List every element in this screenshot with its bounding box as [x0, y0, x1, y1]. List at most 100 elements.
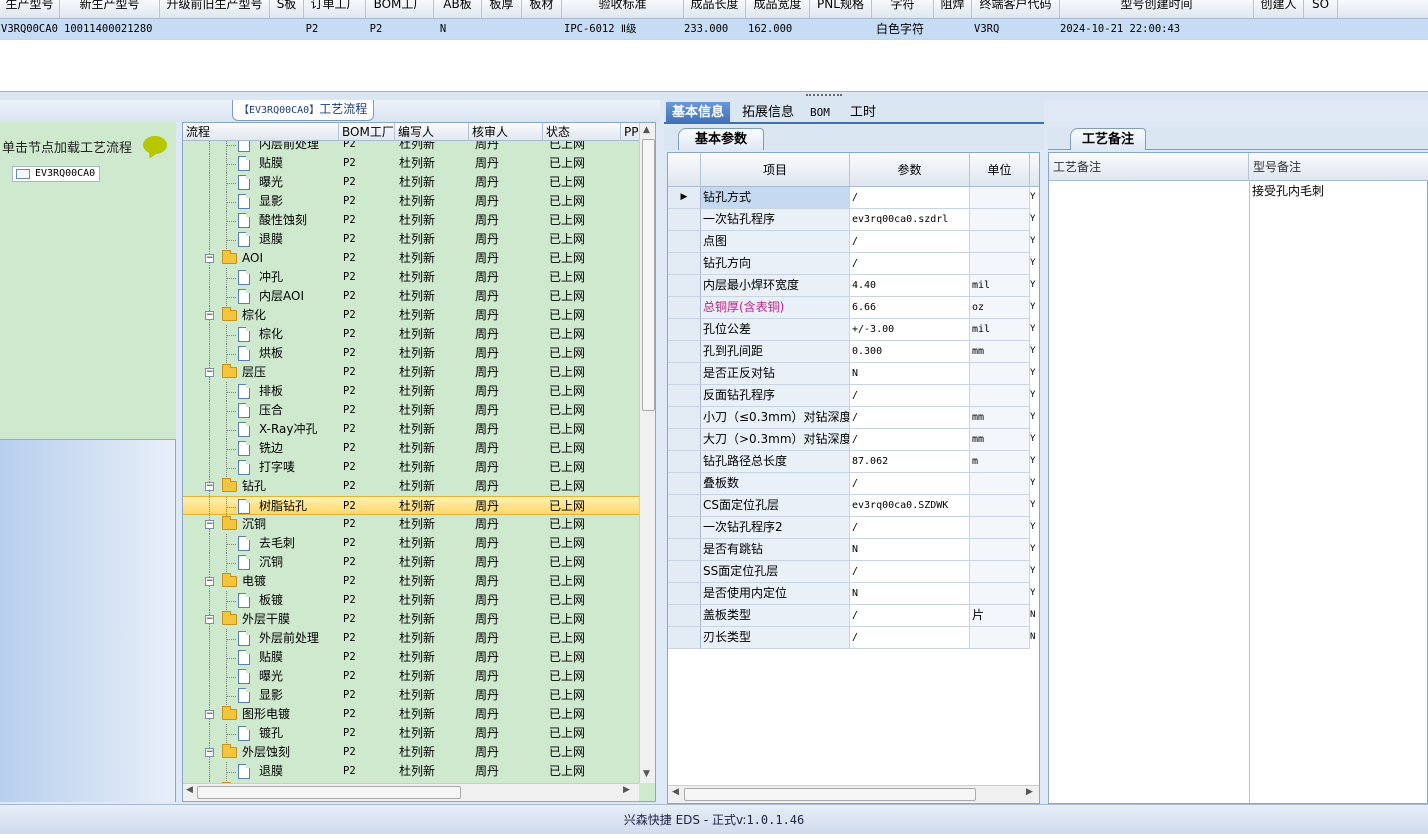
- param-row[interactable]: 孔位公差 +/-3.00 mil Y: [668, 319, 1039, 341]
- row-indicator[interactable]: [668, 561, 701, 583]
- col-header-bom-factory[interactable]: BOM工厂: [366, 0, 434, 18]
- tree-row[interactable]: 去毛刺 P2 杜列新 周丹 已上网: [183, 534, 639, 553]
- tree-row[interactable]: 内层AOI P2 杜列新 周丹 已上网: [183, 287, 639, 306]
- row-indicator[interactable]: [668, 429, 701, 451]
- param-row[interactable]: 反面钻孔程序 / Y: [668, 385, 1039, 407]
- scroll-down-icon[interactable]: ▼: [643, 769, 650, 779]
- col-header-unit[interactable]: 单位: [970, 153, 1030, 187]
- param-value[interactable]: /: [850, 187, 970, 209]
- tree-row[interactable]: 棕化 P2 杜列新 周丹 已上网: [183, 325, 639, 344]
- tree-vertical-scrollbar[interactable]: ▲ ▼: [639, 123, 655, 783]
- tree-horizontal-scrollbar[interactable]: ◀ ▶: [183, 783, 639, 801]
- tree-row[interactable]: − 沉铜 P2 杜列新 周丹 已上网: [183, 515, 639, 534]
- tree-node-model[interactable]: EV3RQ00CA0: [12, 166, 101, 182]
- col-header-s-board[interactable]: S板: [270, 0, 304, 18]
- col-header-ab-board[interactable]: AB板: [434, 0, 482, 18]
- col-header-param[interactable]: 参数: [850, 153, 970, 187]
- col-header-length[interactable]: 成品长度: [684, 0, 746, 18]
- param-value[interactable]: 0.300: [850, 341, 970, 363]
- collapse-icon[interactable]: −: [205, 520, 214, 529]
- param-value[interactable]: 4.40: [850, 275, 970, 297]
- tree-row[interactable]: − AOI P2 杜列新 周丹 已上网: [183, 249, 639, 268]
- col-header-reviewer[interactable]: 核审人: [469, 123, 543, 141]
- row-indicator[interactable]: [668, 275, 701, 297]
- param-row[interactable]: 一次钻孔程序2/ Y: [668, 517, 1039, 539]
- row-indicator[interactable]: [668, 319, 701, 341]
- param-row[interactable]: 孔到孔间距 0.300 mm Y: [668, 341, 1039, 363]
- tree-row[interactable]: − 棕化 P2 杜列新 周丹 已上网: [183, 306, 639, 325]
- col-header-standard[interactable]: 验收标准: [562, 0, 684, 18]
- param-value[interactable]: ev3rq00ca0.szdrl: [850, 209, 970, 231]
- model-note-scrollbar[interactable]: [1411, 181, 1427, 803]
- collapse-icon[interactable]: −: [205, 254, 214, 263]
- tree-row[interactable]: 压合 P2 杜列新 周丹 已上网: [183, 401, 639, 420]
- row-indicator[interactable]: [668, 583, 701, 605]
- col-header-thickness[interactable]: 板厚: [482, 0, 522, 18]
- col-header-material[interactable]: 板材: [522, 0, 562, 18]
- tree-row[interactable]: 沉铜 P2 杜列新 周丹 已上网: [183, 553, 639, 572]
- param-value[interactable]: ev3rq00ca0.SZDWK: [850, 495, 970, 517]
- col-header-pnl[interactable]: PNL规格: [810, 0, 872, 18]
- param-row[interactable]: 刃长类型 / N: [668, 627, 1039, 649]
- tree-row[interactable]: 曝光 P2 杜列新 周丹 已上网: [183, 173, 639, 192]
- param-value[interactable]: /: [850, 231, 970, 253]
- param-row[interactable]: 内层最小焊环宽度 4.40 mil Y: [668, 275, 1039, 297]
- row-indicator[interactable]: [668, 495, 701, 517]
- col-header-old-model[interactable]: 升级前旧生产型号: [160, 0, 270, 18]
- row-indicator[interactable]: [668, 605, 701, 627]
- col-header-solder-mask[interactable]: 阻焊: [934, 0, 972, 18]
- collapse-icon[interactable]: −: [205, 710, 214, 719]
- collapse-icon[interactable]: −: [205, 368, 214, 377]
- param-row[interactable]: 一次钻孔程序 ev3rq00ca0.szdrl Y: [668, 209, 1039, 231]
- collapse-icon[interactable]: −: [205, 577, 214, 586]
- tree-row[interactable]: X-Ray冲孔 P2 杜列新 周丹 已上网: [183, 420, 639, 439]
- row-indicator[interactable]: [668, 231, 701, 253]
- col-header-new-model[interactable]: 新生产型号: [60, 0, 160, 18]
- row-indicator[interactable]: [668, 253, 701, 275]
- tree-row[interactable]: − 层压 P2 杜列新 周丹 已上网: [183, 363, 639, 382]
- param-row[interactable]: 点图 / Y: [668, 231, 1039, 253]
- tree-row[interactable]: 打字唛 P2 杜列新 周丹 已上网: [183, 458, 639, 477]
- col-header-creator[interactable]: 创建人: [1254, 0, 1304, 18]
- tree-row[interactable]: 冲孔 P2 杜列新 周丹 已上网: [183, 268, 639, 287]
- tree-row[interactable]: 烘板 P2 杜列新 周丹 已上网: [183, 344, 639, 363]
- row-indicator[interactable]: [668, 517, 701, 539]
- row-indicator[interactable]: [668, 363, 701, 385]
- row-indicator[interactable]: [668, 297, 701, 319]
- tab-basic-info[interactable]: 基本信息: [666, 102, 731, 124]
- param-value[interactable]: /: [850, 429, 970, 451]
- collapse-icon[interactable]: −: [205, 482, 214, 491]
- tab-bom[interactable]: BOM: [804, 102, 836, 124]
- tree-row[interactable]: 树脂钻孔 P2 杜列新 周丹 已上网: [183, 496, 639, 516]
- param-value[interactable]: N: [850, 539, 970, 561]
- horizontal-splitter[interactable]: [0, 92, 1428, 100]
- param-value[interactable]: /: [850, 253, 970, 275]
- tree-row[interactable]: 曝光 P2 杜列新 周丹 已上网: [183, 667, 639, 686]
- tree-row[interactable]: 镀孔 P2 杜列新 周丹 已上网: [183, 724, 639, 743]
- scroll-right-icon[interactable]: ▶: [623, 785, 630, 795]
- param-row[interactable]: SS面定位孔层 / Y: [668, 561, 1039, 583]
- process-note-textarea[interactable]: [1233, 181, 1249, 803]
- collapse-icon[interactable]: −: [205, 615, 214, 624]
- col-header-pp[interactable]: PP: [621, 123, 641, 141]
- param-value[interactable]: /: [850, 407, 970, 429]
- col-header-bom-factory[interactable]: BOM工厂: [339, 123, 395, 141]
- row-indicator[interactable]: [668, 451, 701, 473]
- tree-row[interactable]: − 图形电镀 P2 杜列新 周丹 已上网: [183, 705, 639, 724]
- scroll-right-icon[interactable]: ▶: [1026, 787, 1033, 797]
- param-row[interactable]: 是否使用内定位 N Y: [668, 583, 1039, 605]
- col-header-writer[interactable]: 编写人: [395, 123, 469, 141]
- tree-row[interactable]: − 电镀 P2 杜列新 周丹 已上网: [183, 572, 639, 591]
- tree-row[interactable]: 外层前处理 P2 杜列新 周丹 已上网: [183, 629, 639, 648]
- param-row[interactable]: 是否正反对钻 N Y: [668, 363, 1039, 385]
- col-header-model[interactable]: 生产型号: [0, 0, 60, 18]
- param-row[interactable]: CS面定位孔层 ev3rq00ca0.SZDWK Y: [668, 495, 1039, 517]
- row-indicator[interactable]: [668, 627, 701, 649]
- col-header-status[interactable]: 状态: [543, 123, 621, 141]
- row-indicator[interactable]: [668, 209, 701, 231]
- params-hscroll-thumb[interactable]: [684, 788, 976, 801]
- param-row[interactable]: 钻孔路径总长度 87.062 m Y: [668, 451, 1039, 473]
- splitter-grip-icon[interactable]: [806, 94, 842, 98]
- param-row[interactable]: 是否有跳钻 N Y: [668, 539, 1039, 561]
- param-value[interactable]: /: [850, 627, 970, 649]
